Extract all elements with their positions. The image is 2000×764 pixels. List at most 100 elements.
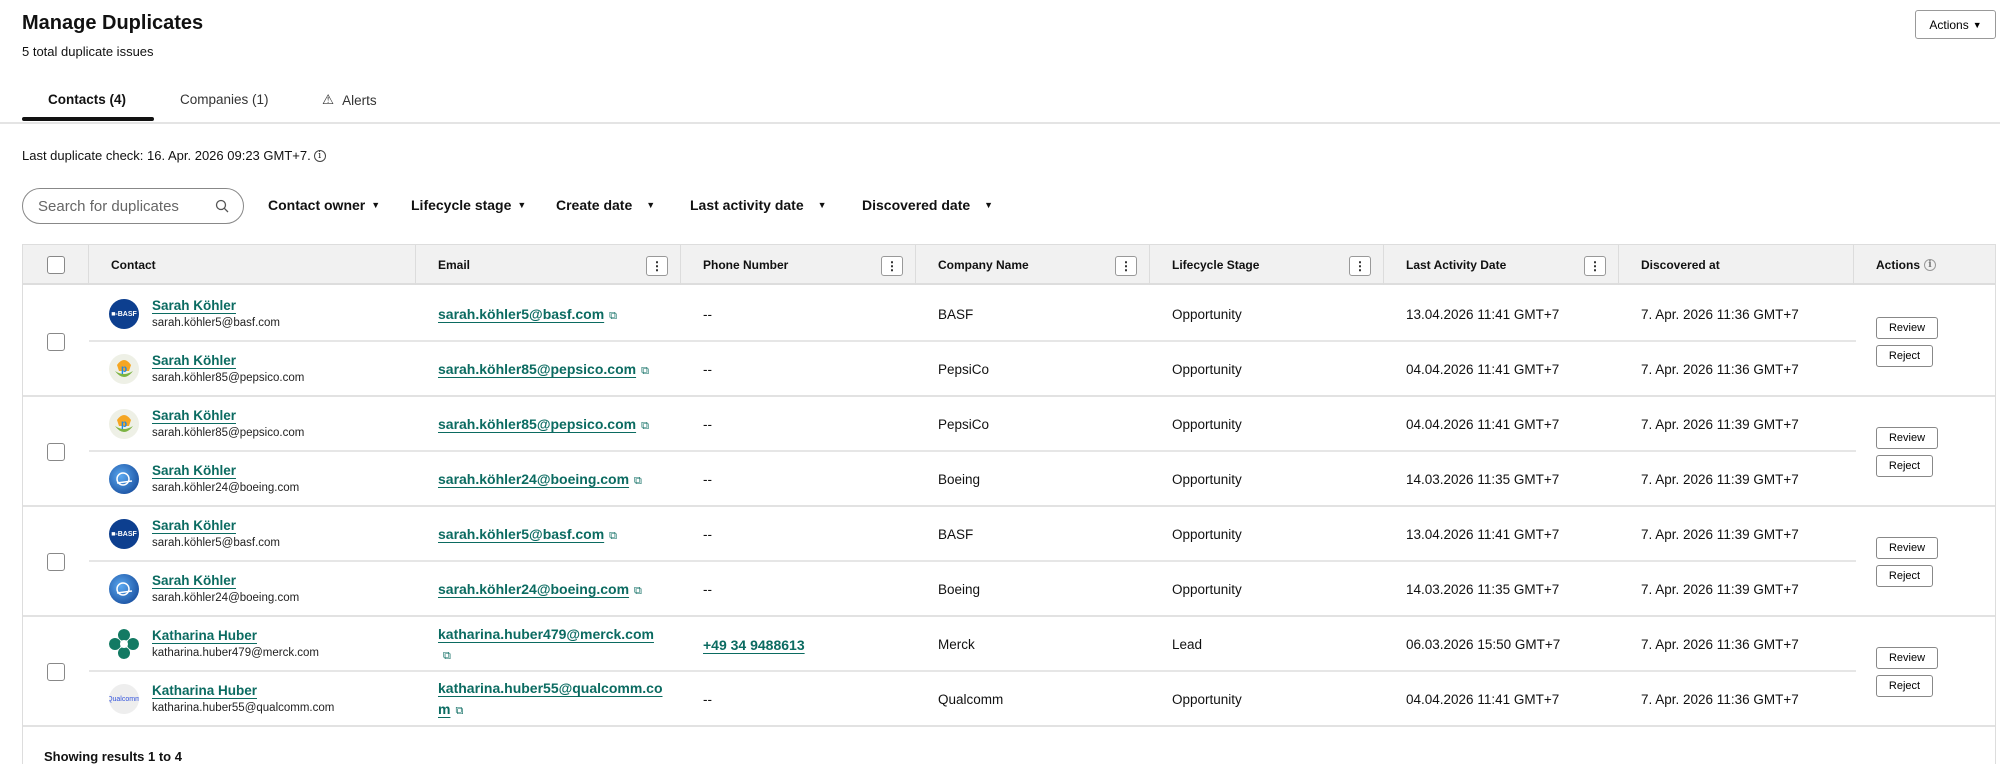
contact-name-link[interactable]: Katharina Huber [152, 684, 258, 699]
tab-alerts[interactable]: ⚠ Alerts [322, 92, 377, 108]
email-link[interactable]: sarah.köhler24@boeing.com [438, 471, 629, 487]
contact-name-link[interactable]: Katharina Huber [152, 629, 258, 644]
phone-value: -- [703, 417, 712, 432]
discovered-at-cell: 7. Apr. 2026 11:39 GMT+7 [1641, 582, 1799, 597]
filter-create-date[interactable]: Create date ▼ [556, 197, 655, 213]
contact-cell: Sarah Köhler sarah.köhler24@boeing.com [89, 562, 416, 617]
caret-down-icon: ▼ [817, 200, 827, 210]
email-link[interactable]: sarah.köhler85@pepsico.com [438, 416, 636, 432]
actions-dropdown-button[interactable]: Actions ▼ [1915, 10, 1996, 39]
phone-cell: -- [681, 507, 916, 562]
reject-button[interactable]: Reject [1876, 345, 1933, 367]
review-button[interactable]: Review [1876, 427, 1938, 449]
boeing-logo [109, 574, 139, 604]
external-link-icon[interactable]: ⧉ [634, 475, 642, 487]
tab-label: Contacts (4) [48, 92, 127, 107]
last-activity-cell: 13.04.2026 11:41 GMT+7 [1406, 307, 1560, 322]
phone-cell: -- [681, 342, 916, 397]
filter-lifecycle-stage[interactable]: Lifecycle stage ▼ [411, 197, 526, 213]
company-cell: BASF [938, 307, 974, 322]
reject-button[interactable]: Reject [1876, 675, 1933, 697]
column-label: Discovered at [1641, 258, 1720, 272]
review-button[interactable]: Review [1876, 537, 1938, 559]
column-menu-icon[interactable]: ⋮ [1349, 256, 1371, 276]
column-header-email[interactable]: Email ⋮ [416, 245, 681, 285]
column-header-actions[interactable]: Actions i [1854, 245, 1996, 285]
external-link-icon[interactable]: ⧉ [609, 530, 617, 542]
svg-text:p: p [121, 364, 127, 375]
email-link[interactable]: sarah.köhler5@basf.com [438, 526, 604, 542]
column-menu-icon[interactable]: ⋮ [1584, 256, 1606, 276]
search-input[interactable] [38, 197, 208, 215]
discovered-at-cell: 7. Apr. 2026 11:36 GMT+7 [1641, 692, 1799, 707]
column-menu-icon[interactable]: ⋮ [881, 256, 903, 276]
reject-button[interactable]: Reject [1876, 455, 1933, 477]
column-menu-icon[interactable]: ⋮ [646, 256, 668, 276]
tab-label: Companies (1) [180, 92, 269, 107]
column-header-contact[interactable]: Contact [89, 245, 416, 285]
filter-contact-owner[interactable]: Contact owner ▼ [268, 197, 380, 213]
column-header-discovered-at[interactable]: Discovered at [1619, 245, 1854, 285]
discovered-at-cell: 7. Apr. 2026 11:36 GMT+7 [1641, 362, 1799, 377]
contact-name-link[interactable]: Sarah Köhler [152, 354, 237, 369]
table-row: Sarah Köhler sarah.köhler24@boeing.com sar… [89, 452, 1856, 507]
phone-value: -- [703, 307, 712, 322]
search-icon[interactable] [215, 199, 229, 213]
external-link-icon[interactable]: ⧉ [641, 420, 649, 432]
reject-button[interactable]: Reject [1876, 565, 1933, 587]
column-header-phone-number[interactable]: Phone Number ⋮ [681, 245, 916, 285]
contact-email: sarah.köhler24@boeing.com [152, 592, 300, 604]
review-button[interactable]: Review [1876, 647, 1938, 669]
tab-contacts[interactable]: Contacts (4) [48, 92, 126, 107]
external-link-icon[interactable]: ⧉ [443, 650, 451, 662]
select-all-checkbox[interactable] [47, 256, 65, 274]
external-link-icon[interactable]: ⧉ [634, 585, 642, 597]
phone-link[interactable]: +49 34 9488613 [703, 637, 805, 653]
filter-label: Last activity date [690, 197, 804, 213]
contact-name-link[interactable]: Sarah Köhler [152, 409, 237, 424]
info-icon[interactable]: i [1924, 259, 1937, 271]
contact-email: sarah.köhler5@basf.com [152, 537, 281, 549]
review-button[interactable]: Review [1876, 317, 1938, 339]
info-icon[interactable]: i [313, 149, 326, 162]
column-header-last-activity-date[interactable]: Last Activity Date ⋮ [1384, 245, 1619, 285]
external-link-icon[interactable]: ⧉ [641, 365, 649, 377]
external-link-icon[interactable]: ⧉ [609, 310, 617, 322]
contact-email: sarah.köhler5@basf.com [152, 317, 281, 329]
contact-name-link[interactable]: Sarah Köhler [152, 574, 237, 589]
contact-name-link[interactable]: Sarah Köhler [152, 299, 237, 314]
email-cell: katharina.huber55@qualcomm.com ⧉ [416, 672, 681, 727]
tab-companies[interactable]: Companies (1) [180, 92, 269, 107]
filter-last-activity-date[interactable]: Last activity date ▼ [690, 197, 827, 213]
column-header-company-name[interactable]: Company Name ⋮ [916, 245, 1150, 285]
contact-cell: ■-BASF Sarah Köhler sarah.köhler5@basf.com [89, 507, 416, 562]
email-link[interactable]: katharina.huber55@qualcomm.com [438, 680, 663, 717]
results-summary: Showing results 1 to 4 [44, 749, 182, 764]
caret-down-icon: ▼ [517, 200, 527, 210]
email-link[interactable]: katharina.huber479@merck.com [438, 626, 654, 642]
filter-discovered-date[interactable]: Discovered date ▼ [862, 197, 993, 213]
filter-label: Discovered date [862, 197, 971, 213]
contact-cell: Qualcomm Katharina Huber katharina.huber55… [89, 672, 416, 727]
table-row: ■-BASF Sarah Köhler sarah.köhler5@basf.com… [89, 287, 1856, 342]
phone-cell: -- [681, 287, 916, 342]
phone-cell: -- [681, 397, 916, 452]
email-cell: sarah.köhler24@boeing.com ⧉ [416, 562, 681, 617]
group-checkbox[interactable] [47, 443, 65, 461]
group-checkbox[interactable] [47, 553, 65, 571]
column-header-lifecycle-stage[interactable]: Lifecycle Stage ⋮ [1150, 245, 1384, 285]
contact-cell: Katharina Huber katharina.huber479@merck.… [89, 617, 416, 672]
email-link[interactable]: sarah.köhler85@pepsico.com [438, 361, 636, 377]
basf-logo: ■-BASF [109, 299, 139, 329]
contact-cell: p Sarah Köhler sarah.köhler85@pepsico.com [89, 397, 416, 452]
column-menu-icon[interactable]: ⋮ [1115, 256, 1137, 276]
group-checkbox[interactable] [47, 663, 65, 681]
email-link[interactable]: sarah.köhler24@boeing.com [438, 581, 629, 597]
discovered-at-cell: 7. Apr. 2026 11:39 GMT+7 [1641, 527, 1799, 542]
contact-name-link[interactable]: Sarah Köhler [152, 519, 237, 534]
contact-name-link[interactable]: Sarah Köhler [152, 464, 237, 479]
email-link[interactable]: sarah.köhler5@basf.com [438, 306, 604, 322]
external-link-icon[interactable]: ⧉ [455, 705, 463, 717]
search-box[interactable] [22, 188, 244, 224]
group-checkbox[interactable] [47, 333, 65, 351]
